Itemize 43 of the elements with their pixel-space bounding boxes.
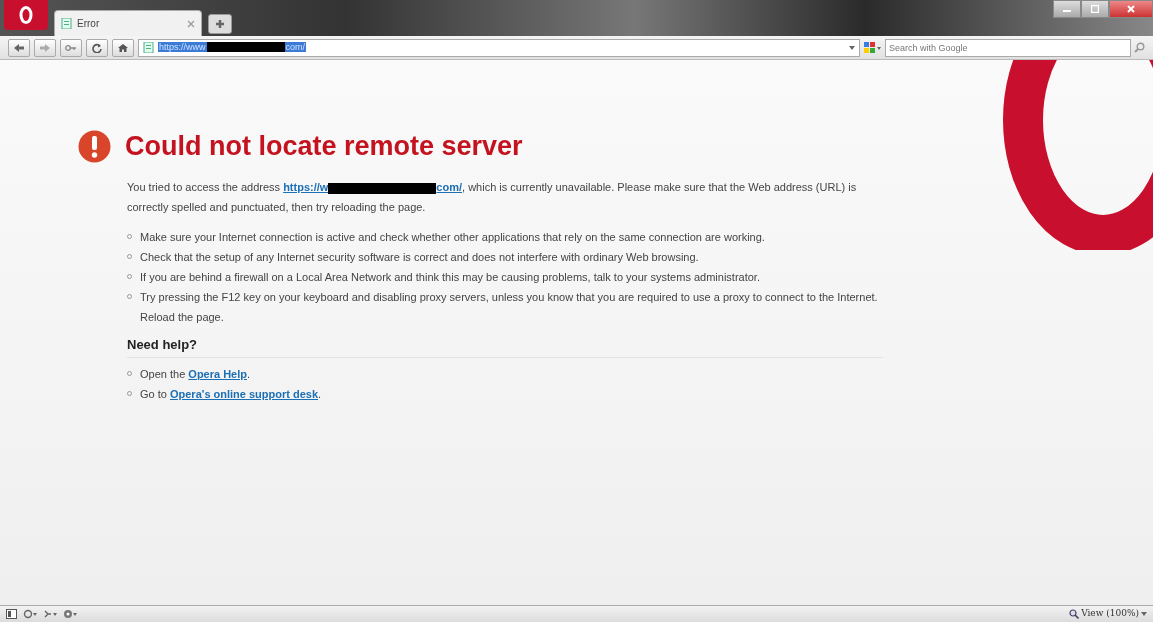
intro-paragraph: You tried to access the address https://w com/, which is currently unavailable. Please make sure that the Web address (URL) is correctly spelled and punctuated, then try reloading the page. — [127, 180, 858, 215]
error-heading: Could not locate remote server — [125, 130, 523, 163]
tip-text: Try pressing the F12 key on your keyboard and disabling proxy servers, unless you know that you are required to use a proxy to connect to the Internet. Reload the page. — [140, 290, 879, 325]
tip-text: If you are behind a firewall on a Local Area Network and think this may be causing problems, talk to your systems administrator. — [140, 270, 760, 285]
o-logo-icon — [19, 6, 33, 24]
new-tab-button[interactable] — [208, 14, 232, 34]
tip-text: Make sure your Internet connection is active and check whether other applications that rely on the same connection are working. — [140, 230, 765, 245]
home-icon — [117, 42, 129, 53]
url-text: https://www com/ — [158, 40, 307, 55]
dropdown-caret-icon — [1141, 612, 1147, 616]
page-icon — [61, 18, 72, 29]
plus-icon — [215, 19, 225, 29]
address-field[interactable]: https://www com/ — [138, 38, 860, 57]
back-arrow-icon — [13, 42, 25, 53]
maximize-button[interactable] — [1081, 0, 1109, 18]
help-heading: Need help? — [127, 335, 883, 358]
magnifier-icon — [1069, 609, 1080, 619]
back-button[interactable] — [8, 38, 30, 57]
tip-text: Check that the setup of any Internet security software is correct and does not interfere with ordinary Web browsing. — [140, 250, 699, 265]
help-item-text: Open the Opera Help. — [140, 367, 251, 382]
key-button[interactable] — [60, 38, 82, 57]
forward-arrow-icon — [39, 42, 51, 53]
exclamation-icon — [78, 130, 111, 163]
panel-icon — [6, 609, 17, 619]
zoom-button[interactable]: View (100%) — [1069, 607, 1147, 621]
reload-icon — [91, 42, 103, 53]
home-button[interactable] — [112, 38, 134, 57]
search-engine-icon[interactable] — [864, 41, 882, 54]
page-icon — [143, 42, 154, 53]
key-icon — [65, 42, 77, 53]
reload-button[interactable] — [86, 38, 108, 57]
help-item-text: Go to Opera's online support desk. — [140, 387, 322, 402]
tab[interactable]: Error — [54, 10, 202, 36]
opera-menu-button[interactable] — [4, 0, 48, 30]
close-icon — [1127, 5, 1135, 13]
maximize-icon — [1091, 5, 1099, 13]
minimize-button[interactable] — [1053, 0, 1081, 18]
close-button[interactable] — [1109, 0, 1153, 18]
close-icon[interactable] — [187, 19, 195, 28]
search-field[interactable]: Search with Google — [885, 38, 1131, 57]
panel-toggle-button[interactable] — [6, 609, 17, 619]
help-link[interactable]: Opera Help — [188, 368, 247, 380]
dropdown-caret-icon[interactable] — [849, 45, 855, 50]
